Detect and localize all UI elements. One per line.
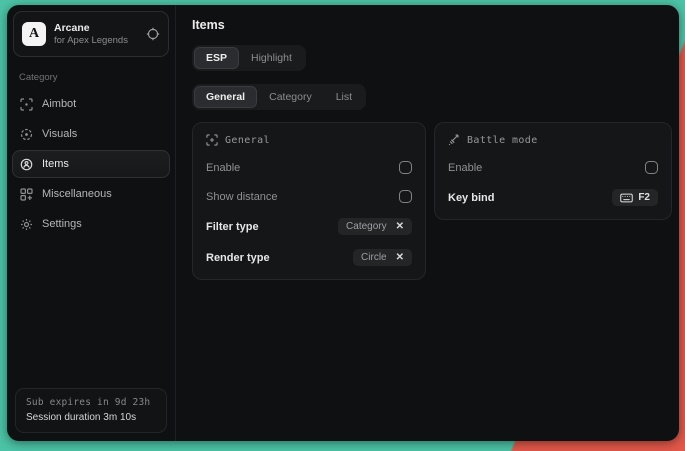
crosshair-icon [20,98,33,111]
app-name: Arcane [54,22,138,34]
sidebar-item-miscellaneous[interactable]: Miscellaneous [12,180,170,208]
grid-icon [20,188,33,201]
app-subtitle: for Apex Legends [54,35,138,47]
render-type-value: Circle [361,252,387,263]
sidebar-item-label: Miscellaneous [42,188,112,200]
person-circle-icon [20,158,33,171]
sidebar-nav: Aimbot Visuals [7,89,175,239]
remove-render-icon[interactable]: ✕ [396,253,404,263]
sidebar-spacer [7,239,175,380]
mode-tab-group: ESP Highlight [192,45,306,71]
setting-label: Enable [448,162,482,174]
app-logo: A [22,22,46,46]
target-icon[interactable] [146,27,160,41]
setting-label: Show distance [206,191,278,203]
render-type-select[interactable]: Circle ✕ [353,249,412,266]
panel-title: Battle mode [467,135,538,146]
view-tab-group: General Category List [192,84,366,110]
sidebar-item-items[interactable]: Items [12,150,170,178]
keyboard-icon [620,193,633,203]
gear-icon [20,218,33,231]
setting-row-enable: Enable [206,160,412,175]
setting-row-key-bind: Key bind F2 [448,189,658,206]
setting-label: Key bind [448,192,494,204]
sidebar-item-settings[interactable]: Settings [12,210,170,238]
sword-icon [448,134,460,146]
sidebar-item-label: Items [42,158,69,170]
panel-title: General [225,135,270,146]
keybind-value: F2 [638,192,650,203]
general-panel: General Enable Show distance Filter type… [192,122,426,280]
setting-row-filter-type: Filter type Category ✕ [206,218,412,235]
app-window: A Arcane for Apex Legends Category [7,5,679,441]
battle-mode-panel-header: Battle mode [448,134,658,146]
show-distance-checkbox[interactable] [399,190,412,203]
setting-label: Enable [206,162,240,174]
general-panel-header: General [206,134,412,146]
setting-label: Render type [206,252,270,264]
tab-esp[interactable]: ESP [194,47,239,69]
scan-crosshair-icon [206,134,218,146]
tab-general[interactable]: General [194,86,257,108]
tab-category[interactable]: Category [257,86,324,108]
battle-enable-checkbox[interactable] [645,161,658,174]
subscription-card: Sub expires in 9d 23h Session duration 3… [15,388,167,433]
sidebar-item-aimbot[interactable]: Aimbot [12,90,170,118]
focus-icon [20,128,33,141]
brand-text: Arcane for Apex Legends [54,22,138,47]
setting-row-show-distance: Show distance [206,189,412,204]
sidebar-item-label: Visuals [42,128,77,140]
setting-label: Filter type [206,221,259,233]
tab-list[interactable]: List [324,86,364,108]
sidebar-item-label: Settings [42,218,82,230]
sub-expires-text: Sub expires in 9d 23h [26,397,156,408]
keybind-button[interactable]: F2 [612,189,658,206]
setting-row-enable: Enable [448,160,658,175]
brand-card: A Arcane for Apex Legends [13,11,169,57]
battle-mode-panel: Battle mode Enable Key bind [434,122,672,220]
sidebar-item-label: Aimbot [42,98,76,110]
setting-row-render-type: Render type Circle ✕ [206,249,412,266]
page-title: Items [192,18,672,32]
panels-row: General Enable Show distance Filter type… [192,122,672,280]
tab-highlight[interactable]: Highlight [239,47,304,69]
filter-type-select[interactable]: Category ✕ [338,218,412,235]
sidebar-item-visuals[interactable]: Visuals [12,120,170,148]
filter-type-value: Category [346,221,387,232]
sidebar-section-label: Category [19,72,175,83]
enable-checkbox[interactable] [399,161,412,174]
session-duration-text: Session duration 3m 10s [26,412,156,423]
sidebar: A Arcane for Apex Legends Category [7,5,176,441]
main-content: Items ESP Highlight General Category Lis… [176,5,685,441]
remove-filter-icon[interactable]: ✕ [396,222,404,232]
